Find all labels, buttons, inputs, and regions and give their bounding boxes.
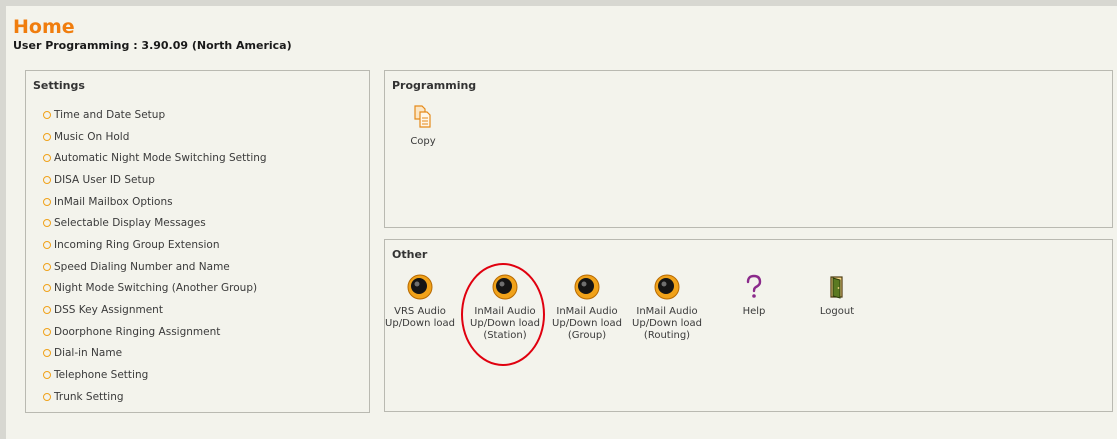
- settings-item-disa-user-id[interactable]: DISA User ID Setup: [43, 169, 267, 191]
- bullet-icon: [43, 392, 51, 401]
- help-button[interactable]: Help: [714, 274, 794, 318]
- settings-item-doorphone[interactable]: Doorphone Ringing Assignment: [43, 321, 267, 343]
- settings-list: Time and Date Setup Music On Hold Automa…: [43, 104, 267, 408]
- settings-item-label: Music On Hold: [54, 130, 130, 143]
- speaker-icon: [492, 274, 518, 300]
- window-top-border: [0, 0, 1117, 6]
- bullet-icon: [43, 175, 51, 184]
- settings-item-inmail-mailbox[interactable]: InMail Mailbox Options: [43, 191, 267, 213]
- copy-button[interactable]: Copy: [383, 104, 463, 148]
- settings-item-dial-in-name[interactable]: Dial-in Name: [43, 343, 267, 365]
- settings-item-label: Night Mode Switching (Another Group): [54, 282, 258, 295]
- speaker-icon: [407, 274, 433, 300]
- settings-item-label: DISA User ID Setup: [54, 173, 155, 186]
- inmail-audio-station-button[interactable]: InMail Audio Up/Down load (Station): [465, 274, 545, 342]
- speaker-icon: [654, 274, 680, 300]
- other-panel: Other VRS Audio Up/Down load InMail Audi…: [384, 239, 1113, 412]
- settings-item-label: Automatic Night Mode Switching Setting: [54, 152, 267, 165]
- settings-item-night-mode-auto[interactable]: Automatic Night Mode Switching Setting: [43, 147, 267, 169]
- settings-item-label: Time and Date Setup: [54, 108, 166, 121]
- settings-panel: Settings Time and Date Setup Music On Ho…: [25, 70, 370, 413]
- window-left-border: [0, 6, 6, 439]
- settings-item-ring-group[interactable]: Incoming Ring Group Extension: [43, 234, 267, 256]
- tool-label: InMail Audio Up/Down load (Group): [552, 306, 622, 341]
- settings-item-music-on-hold[interactable]: Music On Hold: [43, 126, 267, 148]
- help-label: Help: [742, 306, 766, 317]
- tool-label: InMail Audio Up/Down load (Routing): [632, 306, 702, 341]
- bullet-icon: [43, 154, 51, 163]
- inmail-audio-group-button[interactable]: InMail Audio Up/Down load (Group): [547, 274, 627, 342]
- bullet-icon: [43, 240, 51, 249]
- bullet-icon: [43, 262, 51, 271]
- settings-item-label: Doorphone Ringing Assignment: [54, 325, 221, 338]
- settings-item-speed-dialing[interactable]: Speed Dialing Number and Name: [43, 256, 267, 278]
- page-title: Home: [13, 16, 75, 38]
- bullet-icon: [43, 306, 51, 315]
- logout-button[interactable]: Logout: [797, 274, 877, 318]
- settings-item-trunk[interactable]: Trunk Setting: [43, 386, 267, 408]
- tool-label: InMail Audio Up/Down load (Station): [470, 306, 540, 341]
- copy-label: Copy: [410, 136, 436, 147]
- door-icon: [830, 276, 843, 299]
- question-mark-icon: [746, 274, 762, 298]
- bullet-icon: [43, 219, 51, 228]
- programming-panel: Programming Copy: [384, 70, 1113, 228]
- settings-item-label: Dial-in Name: [54, 347, 123, 360]
- settings-panel-title: Settings: [33, 79, 85, 92]
- settings-item-label: InMail Mailbox Options: [54, 195, 173, 208]
- other-panel-title: Other: [392, 248, 428, 261]
- bullet-icon: [43, 284, 51, 293]
- logout-label: Logout: [819, 306, 855, 317]
- bullet-icon: [43, 349, 51, 358]
- settings-item-telephone[interactable]: Telephone Setting: [43, 364, 267, 386]
- settings-item-label: Speed Dialing Number and Name: [54, 260, 230, 273]
- settings-item-night-mode-group[interactable]: Night Mode Switching (Another Group): [43, 278, 267, 300]
- settings-item-label: Trunk Setting: [54, 390, 124, 403]
- settings-item-time-and-date[interactable]: Time and Date Setup: [43, 104, 267, 126]
- tool-label: VRS Audio Up/Down load: [385, 306, 455, 329]
- settings-item-label: Telephone Setting: [54, 369, 149, 382]
- speaker-icon: [574, 274, 600, 300]
- settings-item-label: Incoming Ring Group Extension: [54, 238, 220, 251]
- page-subtitle: User Programming : 3.90.09 (North Americ…: [13, 39, 292, 52]
- settings-item-dss-key[interactable]: DSS Key Assignment: [43, 299, 267, 321]
- settings-item-label: Selectable Display Messages: [54, 217, 206, 230]
- bullet-icon: [43, 371, 51, 380]
- bullet-icon: [43, 110, 51, 119]
- bullet-icon: [43, 132, 51, 141]
- programming-panel-title: Programming: [392, 79, 477, 92]
- bullet-icon: [43, 197, 51, 206]
- vrs-audio-upload-button[interactable]: VRS Audio Up/Down load: [380, 274, 460, 330]
- settings-item-display-messages[interactable]: Selectable Display Messages: [43, 212, 267, 234]
- copy-icon: [414, 105, 431, 128]
- settings-item-label: DSS Key Assignment: [54, 304, 163, 317]
- bullet-icon: [43, 327, 51, 336]
- inmail-audio-routing-button[interactable]: InMail Audio Up/Down load (Routing): [627, 274, 707, 342]
